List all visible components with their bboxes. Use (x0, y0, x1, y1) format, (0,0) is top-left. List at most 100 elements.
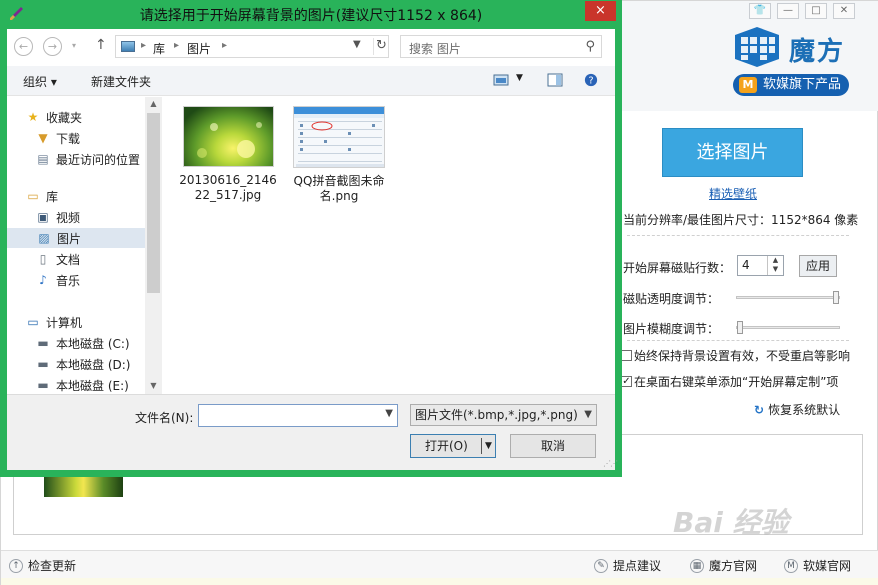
breadcrumb-pictures[interactable]: 图片 (187, 40, 211, 57)
open-button[interactable]: 打开(O) ▼ (410, 434, 496, 458)
minimize-button[interactable]: — (777, 3, 799, 19)
keep-background-checkbox[interactable] (621, 350, 632, 361)
restore-default-button[interactable]: ↻ 恢复系统默认 (754, 401, 840, 418)
music-note-icon: ♪ (39, 273, 47, 287)
library-folder-icon: ▭ (27, 189, 39, 203)
preview-pane-icon[interactable] (547, 73, 563, 87)
open-button-label: 打开(O) (425, 439, 468, 453)
context-menu-label: 在桌面右键菜单添加“开始屏幕定制”项 (634, 375, 839, 389)
help-icon[interactable]: ? (583, 73, 599, 87)
nav-libraries[interactable]: ▭ 库 (25, 186, 162, 206)
undo-icon: ↻ (754, 403, 765, 417)
baidu-watermark: Bai 经验 (673, 506, 789, 539)
nav-videos[interactable]: ▣ 视频 (35, 207, 162, 227)
chevron-down-icon[interactable]: ▼ (584, 405, 592, 425)
transparency-slider[interactable] (736, 291, 840, 304)
app-close-button[interactable]: ✕ (833, 3, 855, 19)
search-icon[interactable]: ⚲ (585, 39, 595, 54)
split-divider (481, 438, 482, 454)
chevron-right-icon[interactable]: ▸ (174, 40, 179, 51)
pen-icon: ✎ (594, 558, 608, 573)
keep-background-label: 始终保持背景设置有效，不受重启等影响 (634, 349, 851, 363)
status-bar: ↑ 检查更新 ✎ 提点建议 ▦ 魔方官网 M 软媒官网 (1, 550, 878, 578)
taskbar-strip (1, 578, 878, 585)
nav-computer[interactable]: ▭ 计算机 (25, 312, 162, 332)
ruanmei-site-link[interactable]: M 软媒官网 (784, 557, 851, 574)
transparency-slider-thumb[interactable] (833, 291, 839, 304)
context-menu-option[interactable]: ✓ 在桌面右键菜单添加“开始屏幕定制”项 (621, 373, 838, 390)
nav-disk-d[interactable]: ▬ 本地磁盘 (D:) (35, 354, 162, 374)
nav-disk-d-label: 本地磁盘 (D:) (56, 357, 131, 372)
scroll-down-icon[interactable]: ▼ (145, 381, 162, 390)
chevron-down-icon[interactable]: ▼ (385, 408, 393, 419)
file-item[interactable]: QQ拼音截图未命名.png (289, 106, 389, 204)
address-bar[interactable]: ▸ 库 ▸ 图片 ▸ ▼ ↻ (115, 35, 389, 58)
breadcrumb-libraries[interactable]: 库 (153, 40, 165, 57)
mofang-site-link[interactable]: ▦ 魔方官网 (690, 557, 757, 574)
chevron-down-icon[interactable]: ▼ (353, 39, 361, 50)
nav-documents[interactable]: ▯ 文档 (35, 249, 162, 269)
wallpaper-link[interactable]: 精选壁纸 (709, 185, 757, 202)
search-input[interactable]: 搜索 图片 ⚲ (400, 35, 602, 58)
grid-icon: ▦ (690, 558, 704, 573)
context-menu-checkbox[interactable]: ✓ (621, 376, 632, 387)
organize-menu[interactable]: 组织 ▾ (23, 73, 57, 90)
up-arrow-icon[interactable]: ↑ (95, 37, 107, 53)
nav-disk-c[interactable]: ▬ 本地磁盘 (C:) (35, 333, 162, 353)
file-type-select[interactable]: 图片文件(*.bmp,*.jpg,*.png) ▼ (410, 404, 597, 426)
skin-button[interactable]: 👕 (749, 3, 771, 19)
chevron-right-icon[interactable]: ▸ (141, 40, 146, 51)
navigation-scrollbar[interactable]: ▲ ▼ (145, 97, 162, 394)
choose-image-button[interactable]: 选择图片 (662, 128, 803, 177)
new-folder-button[interactable]: 新建文件夹 (91, 73, 151, 90)
restore-window-button[interactable]: □ (805, 3, 827, 19)
resize-grip-icon[interactable]: ⋰⋰ (603, 459, 618, 468)
keep-background-option[interactable]: 始终保持背景设置有效，不受重启等影响 (621, 347, 850, 364)
nav-recent[interactable]: ▤ 最近访问的位置 (35, 149, 162, 169)
blur-slider-thumb[interactable] (737, 321, 743, 334)
refresh-icon[interactable]: ↻ (373, 38, 389, 55)
filename-label: 文件名(N): (135, 411, 194, 425)
nav-disk-e-label: 本地磁盘 (E:) (56, 378, 129, 393)
preview-thumbnail (44, 477, 123, 497)
restore-default-label: 恢复系统默认 (768, 403, 841, 417)
rows-label: 开始屏幕磁贴行数： (623, 261, 732, 275)
brand-badge[interactable]: M 软媒旗下产品 (733, 74, 849, 96)
file-item[interactable]: 20130616_214622_517.jpg (178, 106, 278, 203)
nav-pictures[interactable]: ▨ 图片 (7, 228, 145, 248)
view-dropdown-icon[interactable]: ▼ (516, 73, 523, 83)
file-type-value: 图片文件(*.bmp,*.jpg,*.png) (415, 408, 578, 422)
filename-input[interactable]: ▼ (198, 404, 398, 427)
nav-music[interactable]: ♪ 音乐 (35, 270, 162, 290)
back-arrow-icon[interactable]: ← (14, 37, 33, 56)
scroll-up-icon[interactable]: ▲ (145, 99, 162, 108)
nav-favorites[interactable]: ★ 收藏夹 (25, 107, 162, 127)
apply-button[interactable]: 应用 (799, 255, 837, 277)
open-dropdown-icon[interactable]: ▼ (485, 435, 492, 457)
nav-downloads[interactable]: ▼ 下载 (35, 128, 162, 148)
scrollbar-thumb[interactable] (147, 113, 160, 293)
nav-music-label: 音乐 (56, 273, 81, 288)
nav-computer-label: 计算机 (46, 315, 83, 330)
cancel-button[interactable]: 取消 (510, 434, 596, 458)
suggest-label: 提点建议 (613, 559, 662, 573)
download-folder-icon: ▼ (38, 131, 48, 145)
history-dropdown-icon[interactable]: ▾ (68, 37, 80, 56)
blur-slider[interactable] (736, 321, 840, 334)
forward-arrow-icon[interactable]: → (43, 37, 62, 56)
rows-spin-arrows[interactable]: ▲ ▼ (767, 256, 783, 275)
mofang-site-label: 魔方官网 (709, 559, 758, 573)
chevron-right-icon[interactable]: ▸ (222, 40, 227, 51)
ruanmei-m-icon: M (784, 558, 798, 573)
file-list: 20130616_214622_517.jpg QQ拼音截图未命名.png (163, 97, 615, 394)
transparency-label: 磁贴透明度调节： (623, 292, 720, 306)
suggest-button[interactable]: ✎ 提点建议 (594, 557, 661, 574)
dialog-close-button[interactable]: × (585, 1, 616, 21)
nav-documents-label: 文档 (56, 252, 81, 267)
nav-disk-e[interactable]: ▬ 本地磁盘 (E:) (35, 375, 162, 394)
ruanmei-m-icon: M (739, 77, 757, 93)
dialog-toolbar: 组织 ▾ 新建文件夹 ▼ ? (7, 66, 615, 96)
change-view-icon[interactable] (493, 73, 509, 87)
check-update-button[interactable]: ↑ 检查更新 (9, 557, 76, 574)
logo-text: 魔方 (789, 37, 846, 67)
